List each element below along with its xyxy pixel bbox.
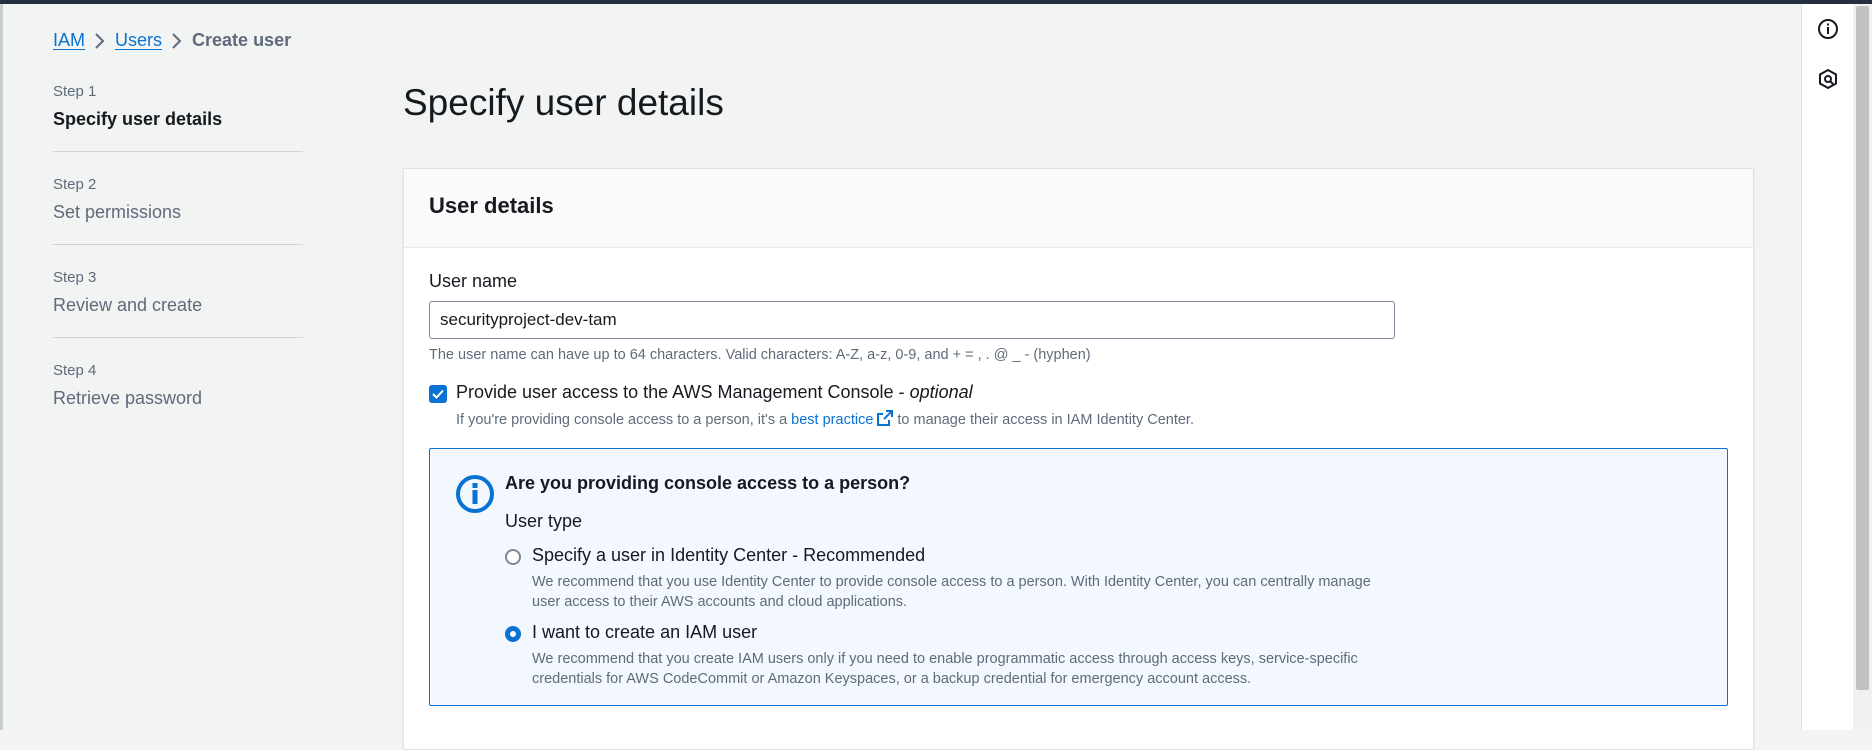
iam-user-option-label[interactable]: I want to create an IAM user (532, 622, 757, 643)
best-practice-link[interactable]: best practice (791, 412, 873, 428)
step-number: Step 3 (53, 269, 97, 286)
breadcrumb-current: Create user (192, 30, 292, 50)
info-circle-icon (455, 474, 495, 519)
username-hint: The user name can have up to 64 characte… (429, 347, 1091, 363)
chevron-right-icon (162, 30, 192, 51)
wizard-step-3: Step 3 Review and create (53, 268, 303, 338)
step-title: Retrieve password (53, 388, 203, 408)
user-details-card: User details User name The user name can… (403, 168, 1754, 750)
step-title: Set permissions (53, 202, 182, 222)
step-title: Review and create (53, 295, 203, 315)
username-label: User name (429, 271, 518, 291)
right-tools-rail (1801, 4, 1853, 730)
info-title: Are you providing console access to a pe… (505, 473, 911, 493)
desc-text-before: If you're providing console access to a … (456, 412, 788, 428)
card-header: User details (404, 169, 1753, 248)
console-access-checkbox[interactable] (429, 385, 447, 403)
console-access-label[interactable]: Provide user access to the AWS Managemen… (456, 382, 973, 403)
step-number: Step 1 (53, 83, 97, 100)
breadcrumb-users-link[interactable]: Users (115, 30, 162, 51)
wizard-steps: Step 1 Specify user details Step 2 Set p… (53, 82, 303, 453)
scrollbar-thumb[interactable] (1856, 6, 1869, 690)
chevron-right-icon (85, 30, 115, 51)
card-title: User details (429, 193, 554, 218)
console-access-label-text: Provide user access to the AWS Managemen… (456, 382, 910, 402)
wizard-step-2: Step 2 Set permissions (53, 175, 303, 245)
optional-tag: optional (909, 382, 973, 402)
console-access-description: If you're providing console access to a … (456, 410, 1194, 430)
left-edge-border (0, 4, 3, 730)
wizard-step-4: Step 4 Retrieve password (53, 361, 303, 430)
feedback-icon[interactable] (1817, 68, 1839, 90)
breadcrumb-iam-link[interactable]: IAM (53, 30, 85, 51)
step-number: Step 2 (53, 176, 97, 193)
identity-center-radio[interactable] (505, 549, 521, 565)
desc-text-after: to manage their access in IAM Identity C… (897, 412, 1194, 428)
username-input[interactable] (429, 301, 1395, 339)
top-bar (0, 0, 1872, 4)
identity-center-option-label[interactable]: Specify a user in Identity Center - Reco… (532, 545, 925, 566)
info-icon[interactable] (1817, 18, 1839, 40)
step-title: Specify user details (53, 109, 223, 129)
step-number: Step 4 (53, 362, 97, 379)
breadcrumb: IAM Users Create user (53, 30, 291, 51)
iam-user-option-desc: We recommend that you create IAM users o… (532, 651, 1358, 687)
iam-user-radio[interactable] (505, 626, 521, 642)
identity-center-option-desc: We recommend that you use Identity Cente… (532, 574, 1371, 610)
page-title: Specify user details (403, 82, 724, 123)
user-type-label: User type (505, 511, 583, 531)
console-info-alert: Are you providing console access to a pe… (429, 448, 1728, 706)
wizard-step-1: Step 1 Specify user details (53, 82, 303, 152)
checkmark-icon (432, 389, 444, 399)
external-link-icon[interactable] (877, 410, 894, 430)
